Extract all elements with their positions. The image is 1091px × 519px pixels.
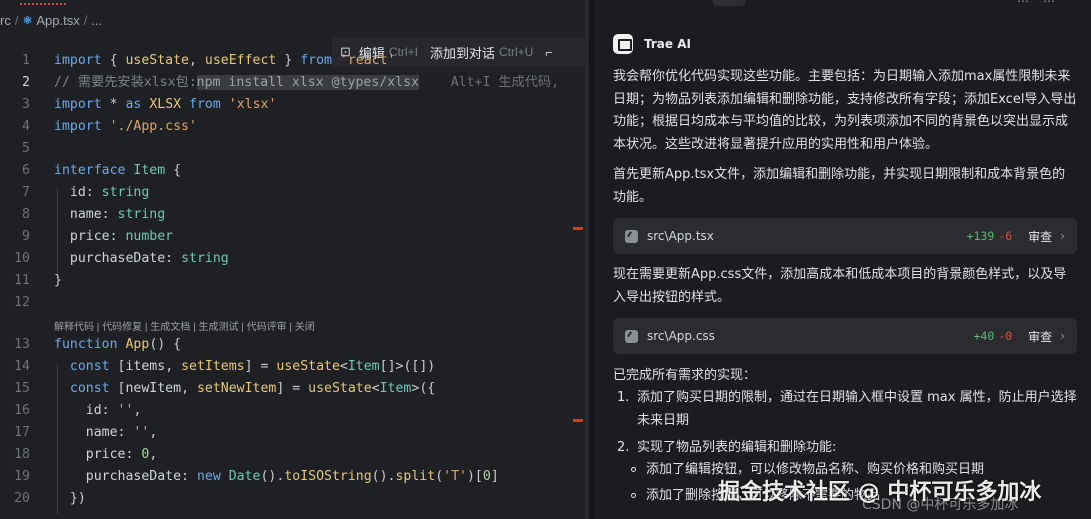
list-item: 2. 实现了物品列表的编辑和删除功能: xyxy=(617,440,837,455)
code-line: 15 const [newItem, setNewItem] = useStat… xyxy=(14,381,436,396)
code-line: 5 xyxy=(22,141,30,156)
code-line: 10 purchaseDate: string xyxy=(14,251,229,266)
error-marker xyxy=(573,227,583,230)
file-name: src\App.tsx xyxy=(647,229,714,243)
list-item: 1. 添加了购买日期的限制，通过在日期输入框中设置 max 属性，防止用户选择未… xyxy=(617,390,1077,428)
bullet-icon xyxy=(631,493,636,498)
error-marker xyxy=(573,419,583,422)
code-line: 14 const [items, setItems] = useState<It… xyxy=(14,359,436,374)
code-line: 19 purchaseDate: new Date().toISOString(… xyxy=(14,469,499,484)
breadcrumb: rc / ⚛ App.tsx /... xyxy=(0,12,102,32)
trae-logo-icon xyxy=(613,34,633,54)
code-line: 4 import './App.css' xyxy=(22,119,197,134)
breadcrumb-file[interactable]: App.tsx xyxy=(36,13,79,28)
chevron-right-icon[interactable]: › xyxy=(1060,229,1065,243)
code-line: 9 price: number xyxy=(22,229,174,244)
lines-removed: -6 xyxy=(998,229,1013,243)
code-line: 7 id: string xyxy=(22,185,150,200)
breadcrumb-separator: / xyxy=(83,13,88,29)
tsx-file-icon: ⚛ xyxy=(22,15,33,28)
completion-heading: 已完成所有需求的实现： xyxy=(613,368,757,383)
ai-chat-panel: ⋯⋯ Trae AI 我会帮你优化代码实现这些功能。主要包括：为日期输入添加ma… xyxy=(595,0,1091,519)
breadcrumb-folder[interactable]: rc xyxy=(0,13,11,28)
code-line: 18 price: 0, xyxy=(14,447,158,462)
code-line: 17 name: '', xyxy=(14,425,158,440)
step2-paragraph: 现在需要更新App.css文件，添加高成本和低成本项目的背景颜色样式，以及导入导… xyxy=(613,267,1067,305)
code-line: 8 name: string xyxy=(22,207,166,222)
file-edit-icon xyxy=(625,229,638,243)
code-line: 1 import { useState, useEffect } from 're… xyxy=(22,53,396,68)
code-line: 13 function App() { xyxy=(14,337,182,352)
assistant-name: Trae AI xyxy=(644,37,691,51)
bullet-icon xyxy=(631,467,636,472)
code-line: 3 import * as XLSX from 'xlsx' xyxy=(22,97,277,112)
code-line: 12 xyxy=(14,295,30,310)
chat-tab-stub[interactable] xyxy=(713,0,745,6)
watermark-small: CSDN @中杯可乐多加冰 xyxy=(862,497,1019,513)
file-edit-icon xyxy=(625,329,638,343)
chat-toolbar[interactable]: ⋯⋯ xyxy=(1017,0,1069,8)
file-change-card[interactable]: src\App.css +40 -0 审查 › xyxy=(613,318,1077,354)
code-editor[interactable]: rc / ⚛ App.tsx /... ⊡ 编辑 Ctrl+I 添加到对话 Ctrl+U… xyxy=(0,0,589,519)
lines-added: +40 xyxy=(973,329,995,343)
intro-paragraph: 我会帮你优化代码实现这些功能。主要包括：为日期输入添加max属性限制未来日期；为… xyxy=(613,69,1077,152)
code-line: 11} xyxy=(14,273,62,288)
review-button[interactable]: 审查 xyxy=(1028,228,1052,245)
code-line: 2// 需要先安装xlsx包:npm install xlsx @types/x… xyxy=(22,75,560,90)
assistant-header: Trae AI xyxy=(613,34,691,54)
codelens-actions[interactable]: 解释代码 | 代码修复 | 生成文档 | 生成测试 | 代码评审 | 关闭 xyxy=(54,318,315,333)
error-squiggle xyxy=(20,0,66,5)
lines-removed: -0 xyxy=(998,329,1013,343)
file-change-card[interactable]: src\App.tsx +139 -6 审查 › xyxy=(613,218,1077,254)
ghost-hint: Alt+I 生成代码, xyxy=(450,75,560,90)
code-line: 16 id: '', xyxy=(14,403,142,418)
code-line: 20 }) xyxy=(14,491,86,506)
breadcrumb-more[interactable]: ... xyxy=(91,13,102,28)
chevron-right-icon[interactable]: › xyxy=(1060,329,1065,343)
code-line: 6 interface Item { xyxy=(22,163,182,178)
breadcrumb-separator: / xyxy=(14,13,19,29)
step1-paragraph: 首先更新App.tsx文件，添加编辑和删除功能，并实现日期限制和成本背景色的功能… xyxy=(613,167,1066,205)
file-name: src\App.css xyxy=(647,329,715,343)
lines-added: +139 xyxy=(966,229,995,243)
review-button[interactable]: 审查 xyxy=(1028,328,1052,345)
